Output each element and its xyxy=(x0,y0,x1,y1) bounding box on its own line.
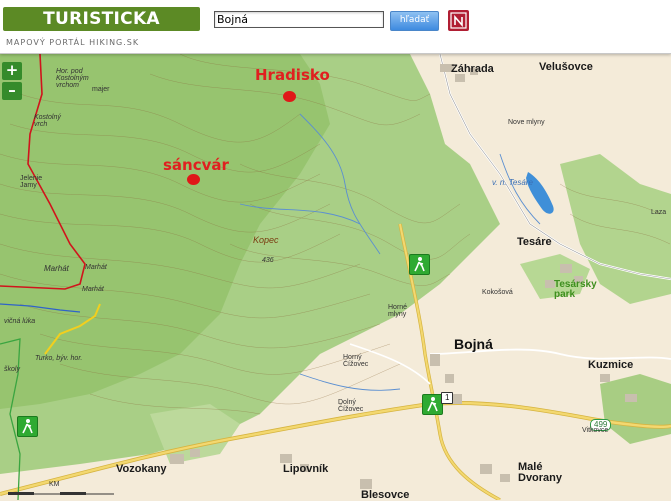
place-zahrada: Záhrada xyxy=(451,63,494,75)
sancvar-annotation: sáncvár xyxy=(163,156,229,174)
place-tesare: Tesáre xyxy=(517,236,552,248)
place-turko: Turko, býv. hor. xyxy=(35,355,83,362)
place-marhat-peak: Marhát xyxy=(85,264,107,271)
place-horny-cizovec: Horný Čížovec xyxy=(343,354,369,368)
place-nove-mlyny: Nove mlyny xyxy=(508,119,545,126)
header-bar: TURISTICKA MAPA.SK MAPOVÝ PORTÁL HIKING.… xyxy=(0,0,671,54)
hradisko-annotation: Hradisko xyxy=(255,66,330,84)
place-bojna: Bojná xyxy=(454,336,493,352)
place-skoly: školy xyxy=(4,366,20,373)
n-badge-icon[interactable] xyxy=(448,10,469,31)
search-button[interactable]: hľadať xyxy=(390,11,439,31)
site-tagline: MAPOVÝ PORTÁL HIKING.SK xyxy=(6,38,140,47)
hradisko-marker-icon[interactable] xyxy=(283,91,296,102)
place-hor-pod: Hor. pod Kostolným vrchom xyxy=(56,68,89,89)
map-canvas[interactable]: Hradisko sáncvár 499 1 Záhrada Velušovce… xyxy=(0,54,671,501)
place-jelenie-jamy: Jelenie Jamy xyxy=(20,175,43,189)
hiking-signpost-icon[interactable] xyxy=(17,416,38,437)
place-dolny-cizovec: Dolný Čížovec xyxy=(338,399,364,413)
hiking-signpost-icon[interactable] xyxy=(422,394,443,415)
place-vitkovce: Vitkovce xyxy=(582,427,609,434)
place-velusovce: Velušovce xyxy=(539,61,593,73)
place-kopec-elevation: 436 xyxy=(262,257,274,264)
place-blesovce: Blesovce xyxy=(361,489,410,501)
place-tesarsky-park: Tesársky park xyxy=(554,279,597,300)
road-shield-badge: 1 xyxy=(441,392,454,404)
scale-label: KM xyxy=(49,481,60,488)
place-male-dvorany: Malé Dvorany xyxy=(518,461,563,484)
place-vozokany: Vozokany xyxy=(116,463,167,475)
place-vn-tesare: v. n. Tesáre xyxy=(492,178,533,187)
place-kokosova: Kokošová xyxy=(482,289,513,296)
zoom-in-button[interactable]: + xyxy=(2,62,22,80)
hiking-signpost-icon[interactable] xyxy=(409,254,430,275)
site-logo[interactable]: TURISTICKA MAPA.SK xyxy=(3,7,200,53)
sancvar-marker-icon[interactable] xyxy=(187,174,200,185)
place-kuzmice: Kuzmice xyxy=(588,359,634,371)
place-lipovnik: Lipovník xyxy=(283,463,329,475)
place-marhat: Marhát xyxy=(44,264,69,273)
place-lazany: Laza xyxy=(651,209,667,216)
place-svicna-luka: vičná lúka xyxy=(4,318,36,325)
place-kostolny-vrch: Kostolný vrch xyxy=(34,114,61,128)
place-kopec: Kopec xyxy=(253,235,279,245)
place-marhat-small: Marhát xyxy=(82,286,104,293)
search-input[interactable] xyxy=(214,11,384,28)
place-horne-mlyny: Horné mlyny xyxy=(388,304,408,318)
zoom-out-button[interactable]: – xyxy=(2,82,22,100)
zoom-control: + – xyxy=(2,62,22,102)
